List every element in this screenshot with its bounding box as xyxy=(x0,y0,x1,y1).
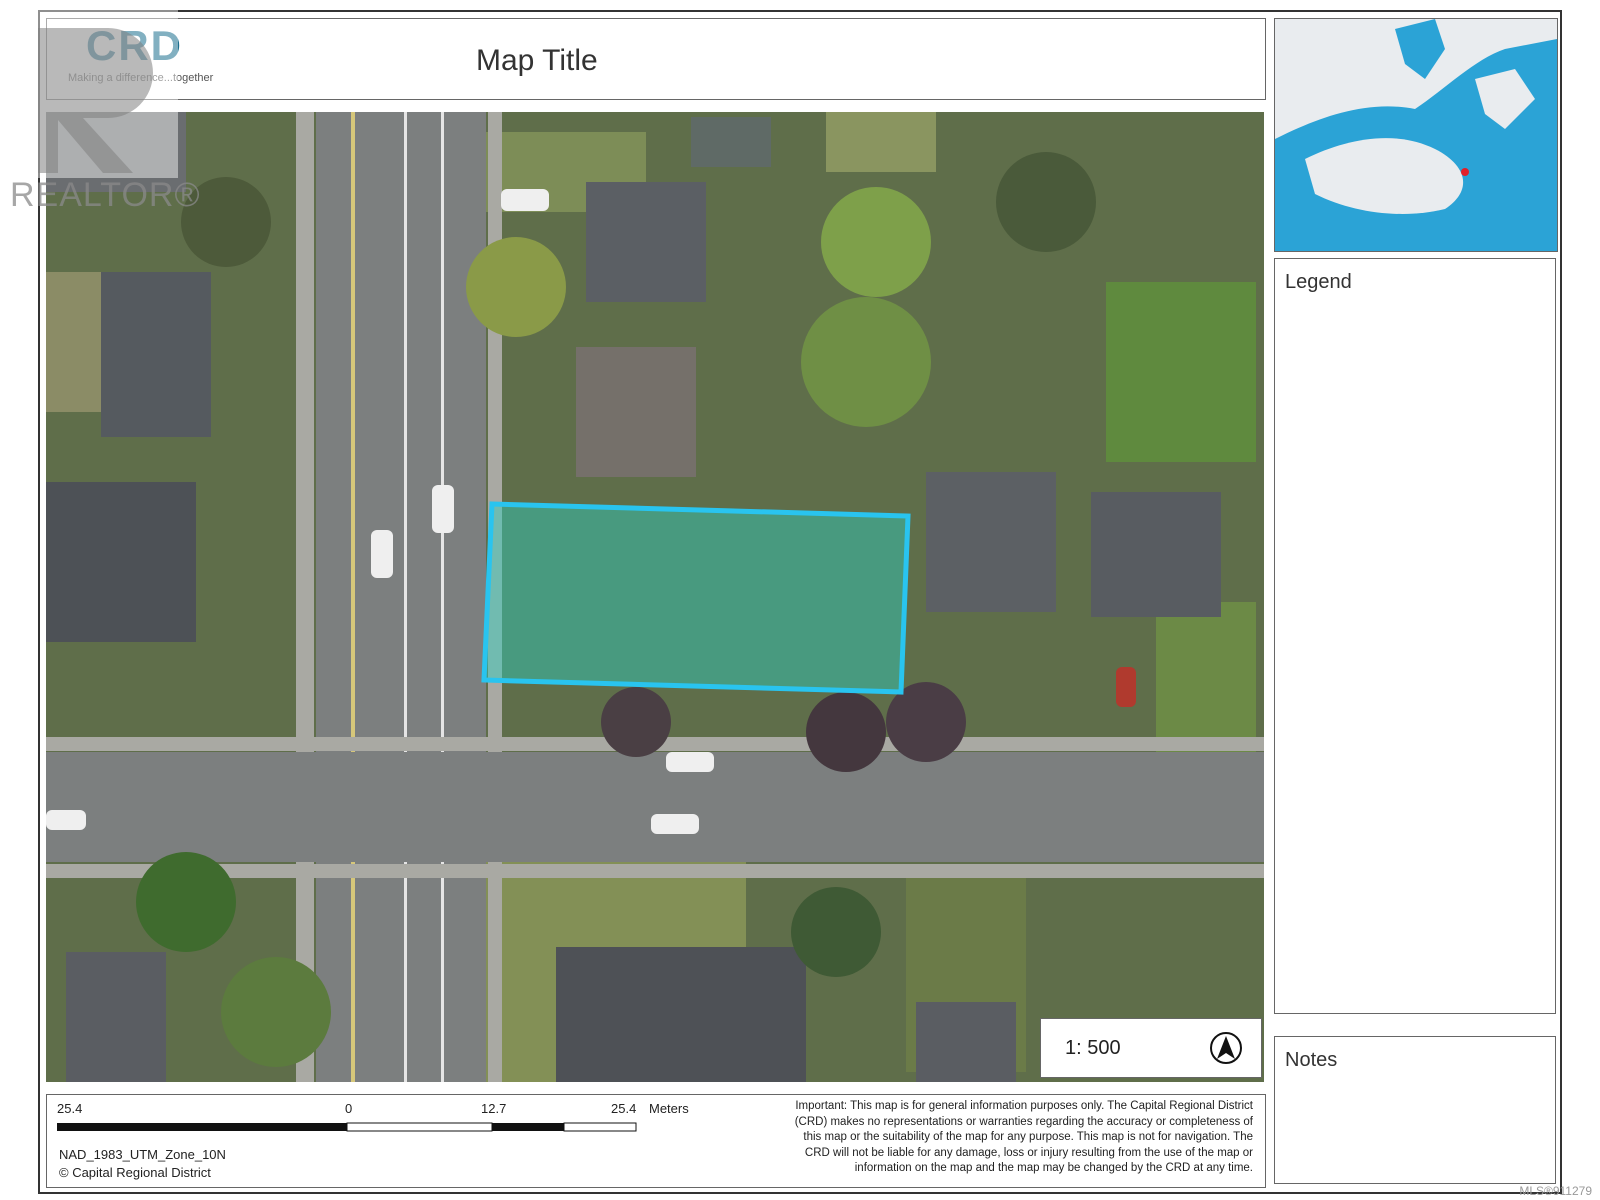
scalebar-label-zero: 0 xyxy=(345,1101,353,1116)
scale-ratio: 1: 500 xyxy=(1065,1037,1121,1059)
scalebar-label-left: 25.4 xyxy=(57,1101,83,1116)
scalebar-label-mid: 12.7 xyxy=(481,1101,507,1116)
copyright: © Capital Regional District xyxy=(59,1165,211,1180)
selected-parcel xyxy=(481,501,911,695)
scalebar-unit: Meters xyxy=(649,1101,689,1116)
notes-title: Notes xyxy=(1285,1049,1338,1071)
title-box xyxy=(46,18,1266,100)
aerial-map[interactable] xyxy=(46,112,1264,1082)
map-title: Map Title xyxy=(476,44,598,77)
aerial-map-drawing xyxy=(46,112,1264,1082)
legend-panel: Legend xyxy=(1274,258,1556,1014)
legend-title: Legend xyxy=(1285,271,1352,293)
scale-box: 1: 500 xyxy=(1040,1018,1262,1078)
north-arrow-icon xyxy=(1210,1032,1242,1064)
scalebar-label-right: 25.4 xyxy=(611,1101,637,1116)
projection-label: NAD_1983_UTM_Zone_10N xyxy=(59,1147,226,1162)
realtor-watermark: REALTOR® xyxy=(10,176,201,214)
locator-inset-map[interactable] xyxy=(1274,18,1558,252)
mls-number: MLS®911279 xyxy=(1519,1184,1592,1198)
scalebar-graphic xyxy=(57,1122,637,1132)
location-marker xyxy=(1461,168,1469,176)
footer: 25.4 0 12.7 25.4 Meters NAD_1983_UTM_Zon… xyxy=(46,1094,1266,1188)
notes-panel: Notes xyxy=(1274,1036,1556,1184)
disclaimer-text: Important: This map is for general infor… xyxy=(794,1100,1253,1174)
locator-map-drawing xyxy=(1275,19,1557,251)
